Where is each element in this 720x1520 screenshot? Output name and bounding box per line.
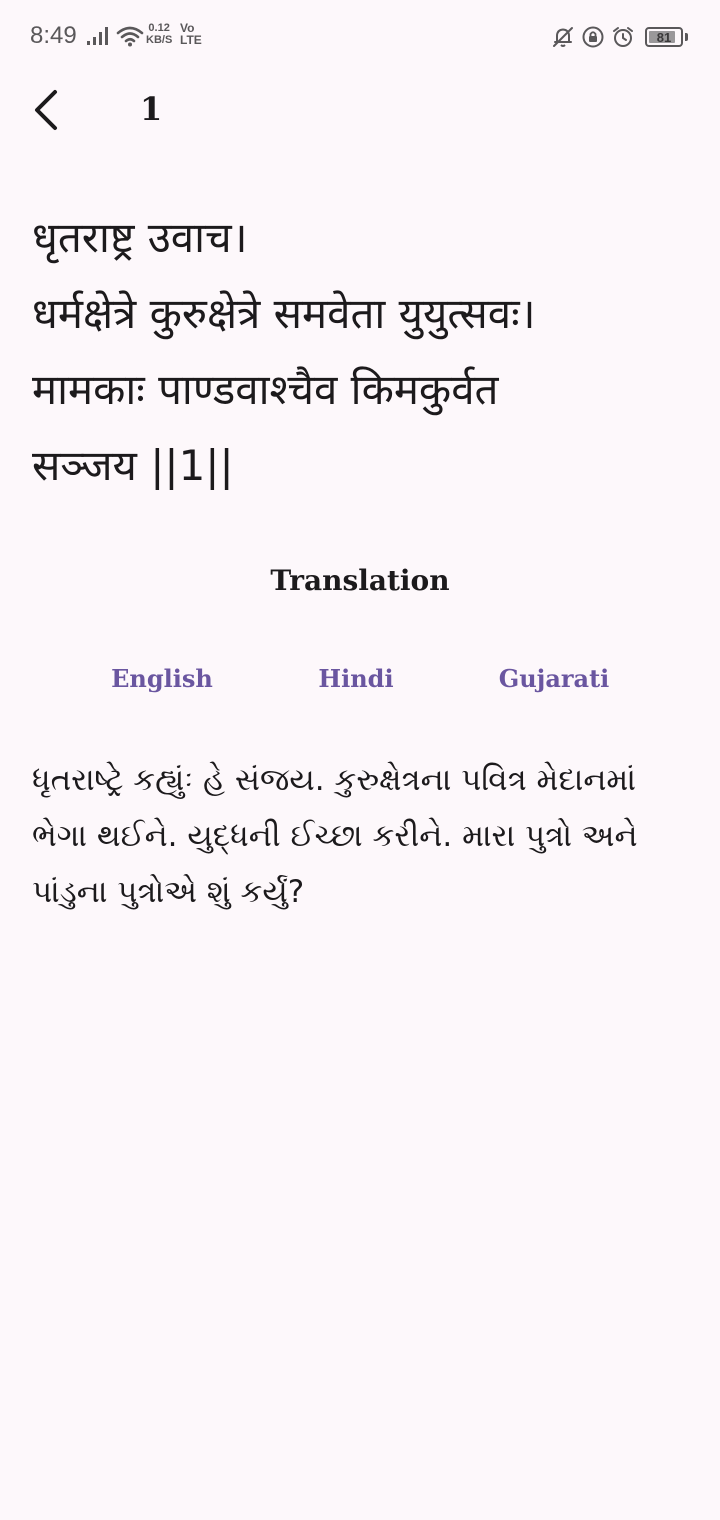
status-bar: 8:49 0.12 KB/S Vo LTE 81 <box>0 0 720 76</box>
back-arrow-icon <box>35 90 57 130</box>
lock-rotation-icon <box>582 26 604 48</box>
translation-text: ધૃતરાષ્ટ્રે કહ્યુંઃ હે સંજય. કુરુક્ષેત્ર… <box>32 762 638 910</box>
wifi-icon <box>116 26 144 47</box>
language-tabs: English Hindi Gujarati <box>0 664 720 704</box>
verse-line: धर्मक्षेत्रे कुरुक्षेत्रे समवेता युयुत्स… <box>32 289 536 338</box>
volte-bottom: LTE <box>180 33 202 47</box>
tab-gujarati[interactable]: Gujarati <box>499 664 610 693</box>
network-speed-unit: KB/S <box>146 34 173 46</box>
alarm-icon <box>613 27 633 47</box>
battery-icon: 81 <box>645 27 683 47</box>
network-speed: 0.12 KB/S <box>146 22 172 46</box>
translation-heading: Translation <box>270 564 450 597</box>
status-time: 8:49 <box>30 22 77 49</box>
back-button[interactable] <box>22 84 70 136</box>
signal-icon <box>87 27 108 45</box>
sanskrit-verse: धृतराष्ट्र उवाच। धर्मक्षेत्रे कुरुक्षेत्… <box>32 200 692 504</box>
battery-level: 81 <box>656 29 672 45</box>
battery-tip <box>685 33 688 41</box>
tab-hindi[interactable]: Hindi <box>318 664 393 693</box>
network-speed-value: 0.12 <box>148 22 170 34</box>
page-title: 1 <box>140 90 163 128</box>
verse-line: सञ्जय ||1|| <box>32 441 234 490</box>
verse-line: मामकाः पाण्डवाश्चैव किमकुर्वत <box>32 365 499 414</box>
app-bar: 1 <box>0 76 720 146</box>
bell-off-icon <box>553 27 573 47</box>
volte-indicator: Vo LTE <box>180 22 202 46</box>
verse-line: धृतराष्ट्र उवाच। <box>32 213 248 262</box>
status-icons-right: 81 <box>551 24 688 50</box>
tab-english[interactable]: English <box>111 664 213 693</box>
